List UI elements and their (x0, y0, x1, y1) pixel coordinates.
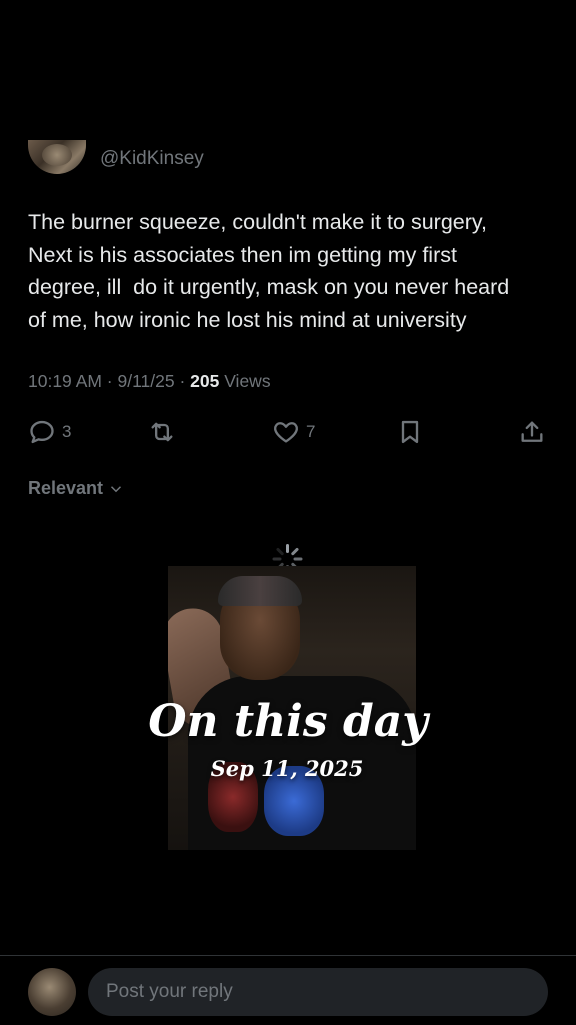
user-avatar[interactable] (28, 968, 76, 1016)
replies-sort-dropdown[interactable]: Relevant (28, 478, 125, 499)
reply-count: 3 (62, 422, 72, 441)
memory-title: On this day (148, 696, 428, 747)
heart-icon (274, 422, 298, 443)
views-label: Views (219, 371, 271, 391)
share-icon (521, 421, 543, 442)
like-button[interactable]: 7 (272, 414, 315, 450)
post-meta: 10:19 AM · 9/11/25 · 205 Views (28, 371, 271, 392)
video-frame-bandana (218, 576, 302, 606)
bookmark-button[interactable] (396, 414, 424, 450)
chevron-down-icon (111, 485, 122, 492)
replies-sort-label: Relevant (28, 478, 104, 498)
reply-bar (0, 955, 576, 1025)
views-count[interactable]: 205 (190, 371, 219, 391)
author-avatar[interactable] (28, 140, 86, 174)
post-header: @KidKinsey (28, 140, 548, 180)
share-button[interactable] (518, 414, 546, 450)
post-actions: 3 7 (28, 414, 548, 450)
reply-input[interactable] (88, 968, 548, 1016)
bookmark-icon (401, 420, 419, 444)
like-count: 7 (306, 422, 316, 441)
author-handle[interactable]: @KidKinsey (100, 148, 204, 170)
retweet-button[interactable] (148, 414, 176, 450)
retweet-icon (151, 422, 173, 442)
memory-date: Sep 11, 2025 (210, 756, 364, 781)
post-text: The burner squeeze, couldn't make it to … (28, 210, 510, 332)
reply-button[interactable]: 3 (28, 414, 71, 450)
reply-icon (30, 420, 54, 444)
post-timestamp[interactable]: 10:19 AM · 9/11/25 · (28, 371, 190, 391)
